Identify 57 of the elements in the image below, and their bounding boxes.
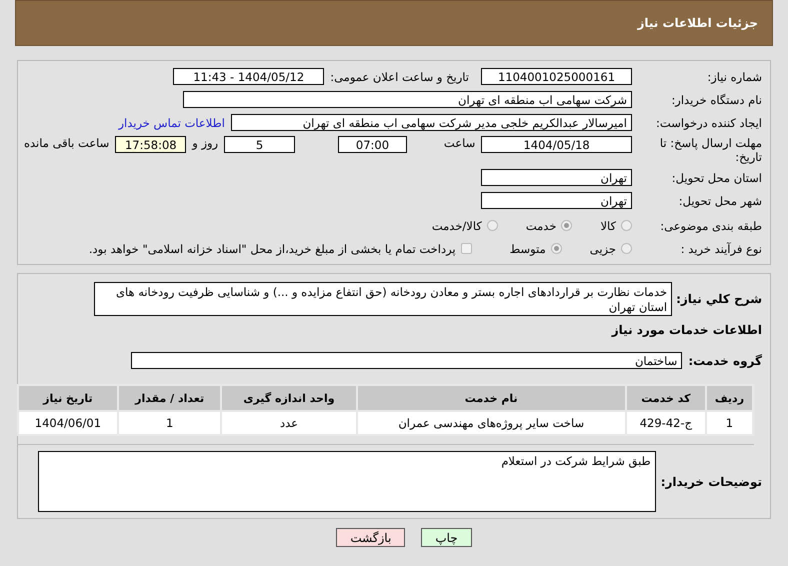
- field-label: ساعت: [444, 136, 476, 150]
- column-header: کد خدمت: [626, 385, 706, 411]
- radio-button[interactable]: [486, 220, 498, 231]
- field-label: طبقه بندی موضوعی:: [659, 218, 762, 232]
- table-cell: ساخت سایر پروژه‌های مهندسی عمران: [356, 411, 626, 435]
- radio-label: خدمت: [526, 218, 556, 232]
- checkbox-label: پرداخت تمام یا بخشی از مبلغ خرید،از محل "اسناد خزانه اسلامی" خواهد بود.: [88, 242, 456, 256]
- input-field: ساختمان: [131, 352, 682, 369]
- buyer-notes-box: طبق شرایط شرکت در استعلام: [38, 451, 656, 512]
- table-cell: 1: [118, 411, 222, 435]
- field-label: نوع فرآیند خرید :: [680, 242, 762, 256]
- field-label: نام دستگاه خریدار:: [670, 92, 762, 106]
- radio-button[interactable]: [550, 243, 562, 254]
- description-box: خدمات نظارت بر قراردادهای اجاره بستر و معادن رودخانه (حق انتفاع مزایده و ...) و شناسایی ظرفیت رودخانه های استان تهران: [94, 282, 672, 316]
- remaining-time-field: 17:58:08: [115, 136, 186, 153]
- column-header: تعداد / مقدار: [118, 385, 222, 411]
- input-field: تهران: [481, 169, 632, 186]
- field-label: تاریخ و ساعت اعلان عمومی:: [330, 70, 469, 84]
- radio-button[interactable]: [621, 243, 632, 254]
- column-header: ردیف: [706, 385, 753, 411]
- field-label: شماره نیاز:: [706, 70, 762, 84]
- input-field: 07:00: [338, 136, 407, 153]
- table-cell: 1404/06/01: [18, 411, 118, 435]
- field-label: استان محل تحویل:: [670, 170, 762, 184]
- radio-label: جزیی: [590, 242, 616, 256]
- field-label: ساعت باقی مانده: [24, 136, 110, 150]
- field-label: ایجاد کننده درخواست:: [655, 116, 762, 130]
- back-button[interactable]: بازگشت: [336, 528, 406, 547]
- column-header: واحد اندازه گیری: [221, 385, 357, 411]
- field-label: شرح کلي نياز:: [676, 292, 762, 306]
- field-label: توضیحات خریدار:: [660, 474, 762, 488]
- radio-button[interactable]: [561, 220, 572, 231]
- input-field: 1404/05/12 - 11:43: [173, 68, 324, 85]
- radio-button[interactable]: [621, 220, 632, 231]
- buyer-contact-link[interactable]: اطلاعات تماس خریدار: [118, 116, 225, 130]
- page-title: جزئیات اطلاعات نیاز: [637, 16, 758, 30]
- input-field: 1104001025000161: [481, 68, 632, 85]
- table-cell: ج-42-429: [626, 411, 706, 435]
- column-header: نام خدمت: [356, 385, 626, 411]
- radio-label: کالا/خدمت: [432, 218, 482, 232]
- column-header: تاریخ نیاز: [18, 385, 118, 411]
- input-field: امیرسالار عبدالکریم خلجی مدیر شرکت سهامی اب منطقه ای تهران: [231, 114, 632, 131]
- input-field: تهران: [481, 192, 632, 209]
- input-field: 1404/05/18: [481, 136, 632, 153]
- section-heading: اطلاعات خدمات مورد نیاز: [612, 322, 762, 336]
- print-button[interactable]: چاپ: [421, 528, 472, 547]
- table-cell: 1: [706, 411, 753, 435]
- field-label: شهر محل تحویل:: [678, 194, 762, 208]
- field-label: روز و: [192, 136, 218, 150]
- radio-label: متوسط: [510, 242, 546, 256]
- field-label: گروه خدمت:: [688, 354, 762, 368]
- field-label: مهلت ارسال پاسخ: تا تاریخ:: [658, 136, 762, 164]
- radio-label: کالا: [600, 218, 616, 232]
- checkbox[interactable]: [460, 243, 472, 254]
- input-field: شرکت سهامی اب منطقه ای تهران: [183, 91, 632, 108]
- input-field: 5: [224, 136, 296, 153]
- table-cell: عدد: [221, 411, 357, 435]
